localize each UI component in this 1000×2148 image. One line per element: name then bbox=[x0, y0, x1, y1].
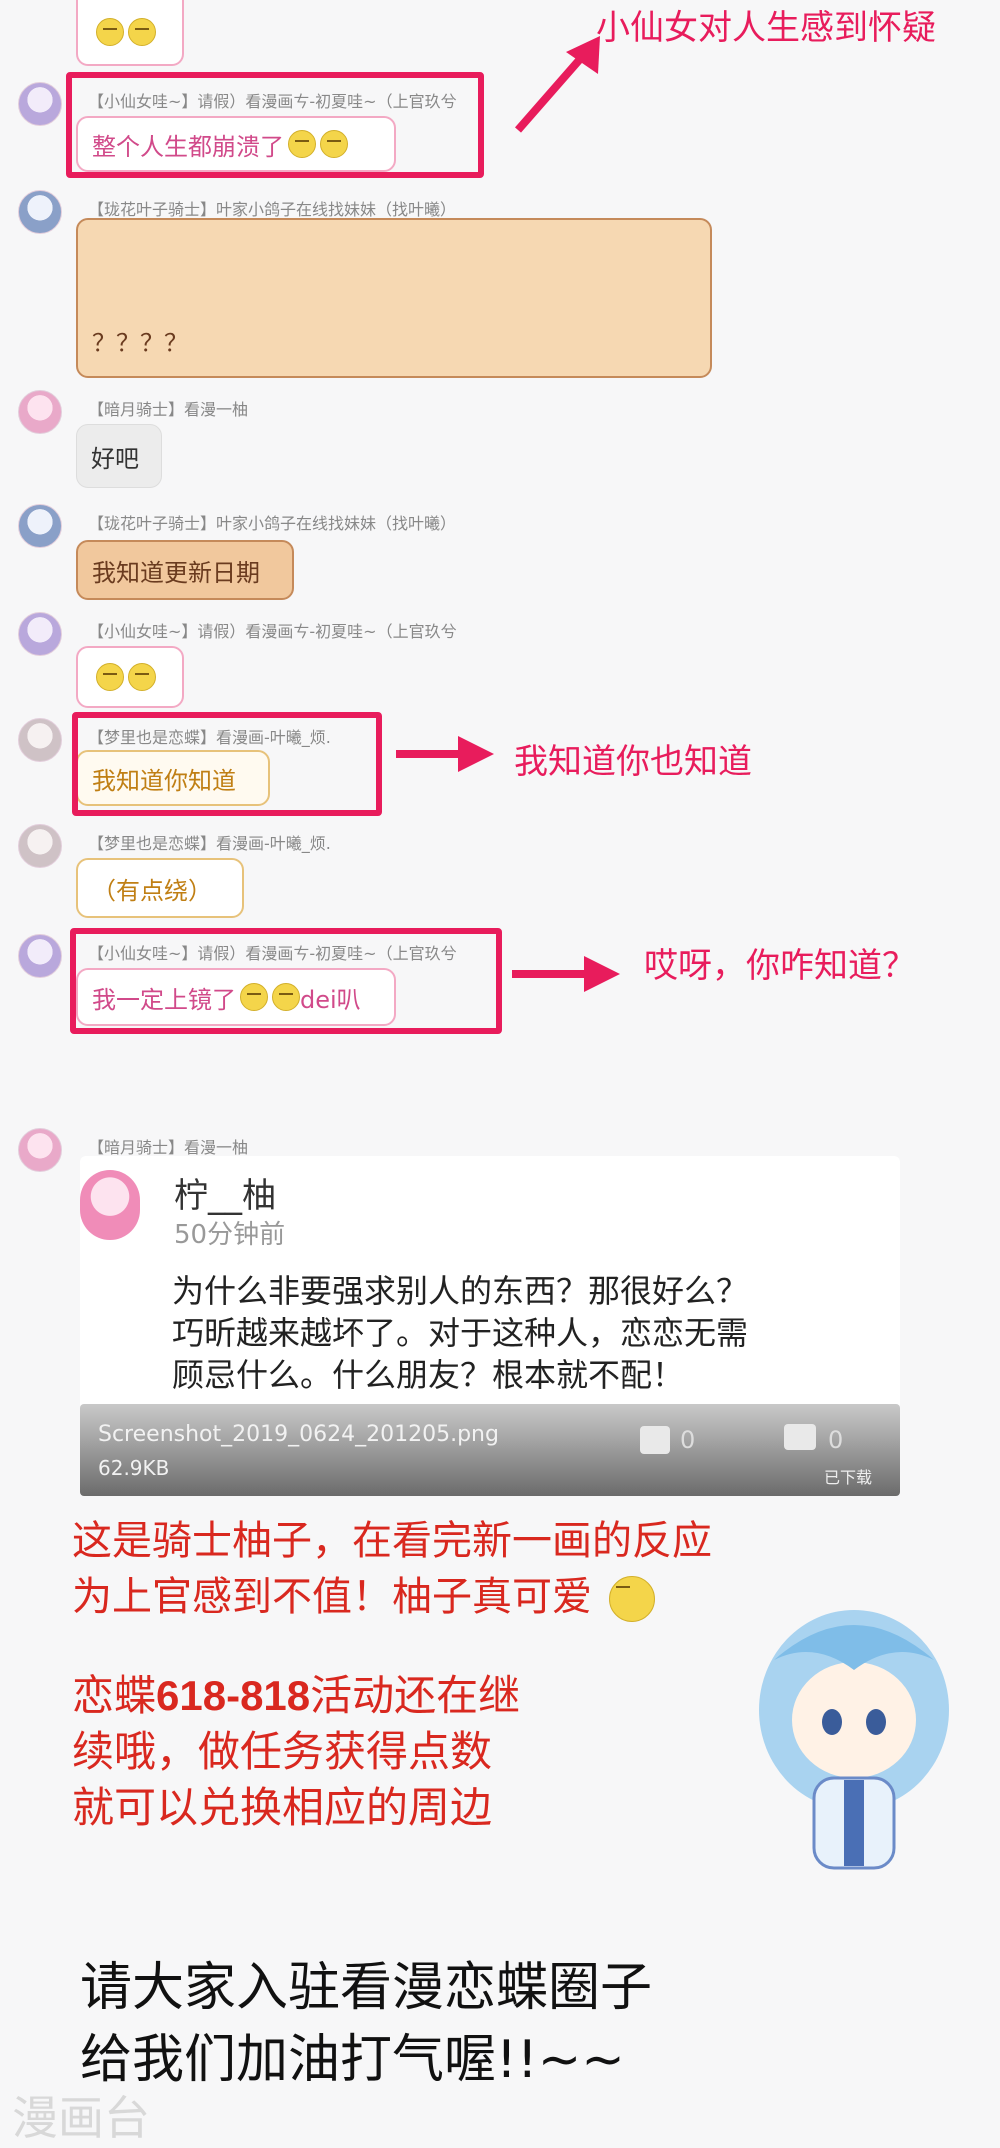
post-author: 柠__柚 bbox=[174, 1176, 276, 1216]
emoji-icon bbox=[128, 663, 156, 691]
message-bubble[interactable]: 好吧 bbox=[76, 424, 162, 488]
post-body-line: 巧昕越来越坏了。对于这种人，恋恋无需 bbox=[172, 1314, 749, 1352]
promo-text: 活动还在继 bbox=[310, 1671, 521, 1720]
emoji-icon bbox=[96, 663, 124, 691]
avatar[interactable] bbox=[18, 612, 62, 656]
promo-line: 恋蝶618-818活动还在继 bbox=[72, 1668, 520, 1724]
avatar[interactable] bbox=[18, 1128, 62, 1172]
sender-name: 【暗月骑士】看漫一柚 bbox=[88, 1138, 249, 1157]
sender-name: 【小仙女哇~】请假）看漫画ㄘ-初夏哇~（上官玖兮 bbox=[88, 622, 457, 641]
downloaded-label: 已下载 bbox=[824, 1468, 873, 1487]
avatar[interactable] bbox=[18, 718, 62, 762]
attachment-file-size: 62.9KB bbox=[98, 1456, 170, 1480]
promo-line: 为上官感到不值！柚子真可爱 bbox=[72, 1570, 655, 1624]
message-text: 好吧 bbox=[91, 444, 139, 473]
chibi-character-illustration bbox=[759, 1610, 949, 1870]
post-body-line: 顾忌什么。什么朋友？根本就不配！ bbox=[172, 1356, 685, 1394]
post-avatar bbox=[80, 1170, 140, 1240]
annotation-text: 我知道你也知道 bbox=[514, 742, 752, 782]
promo-line: 就可以兑换相应的周边 bbox=[72, 1783, 493, 1832]
annotation-text: 哎呀，你咋知道？ bbox=[644, 946, 916, 986]
shared-post-card[interactable]: 柠__柚 50分钟前 为什么非要强求别人的东西？那很好么？ 巧昕越来越坏了。对于… bbox=[80, 1156, 900, 1496]
highlight-box bbox=[70, 928, 502, 1034]
like-count: 0 bbox=[680, 1426, 696, 1454]
thumbs-up-icon[interactable] bbox=[640, 1426, 670, 1454]
avatar[interactable] bbox=[18, 190, 62, 234]
sender-name: 【珑花叶子骑士】叶家小鸽子在线找妹妹（找叶曦） bbox=[88, 514, 457, 533]
promo-dates: 618-818 bbox=[156, 1672, 311, 1719]
post-body-line: 为什么非要强求别人的东西？那很好么？ bbox=[172, 1272, 749, 1310]
annotation-text: 小仙女对人生感到怀疑 bbox=[596, 8, 936, 48]
message-bubble[interactable]: 我知道更新日期 bbox=[76, 540, 294, 600]
message-text: 我知道更新日期 bbox=[92, 558, 260, 587]
footer-line: 给我们加油打气喔!!~~ bbox=[80, 2030, 625, 2090]
sender-name: 【珑花叶子骑士】叶家小鸽子在线找妹妹（找叶曦） bbox=[88, 200, 457, 219]
avatar[interactable] bbox=[18, 390, 62, 434]
message-text: （有点绕） bbox=[92, 876, 212, 905]
comment-icon[interactable] bbox=[784, 1424, 816, 1450]
promo-text: 恋蝶 bbox=[72, 1671, 157, 1720]
avatar[interactable] bbox=[18, 82, 62, 126]
arrow-icon bbox=[512, 956, 620, 992]
watermark-logo: 漫画台 bbox=[12, 2091, 150, 2145]
message-text: ？？？？ bbox=[92, 329, 188, 357]
footer-line: 请大家入驻看漫恋蝶圈子 bbox=[80, 1958, 653, 2018]
promo-line: 续哦，做任务获得点数 bbox=[72, 1727, 493, 1776]
cropped-bubble bbox=[76, 0, 184, 66]
arrow-icon bbox=[514, 36, 600, 133]
emoji-icon bbox=[96, 18, 124, 46]
message-bubble[interactable]: ？？？？ bbox=[76, 218, 712, 378]
promo-block: 恋蝶618-818活动还在继 续哦，做任务获得点数 就可以兑换相应的周边 bbox=[72, 1668, 520, 1836]
highlight-box bbox=[72, 712, 382, 816]
promo-line-text: 为上官感到不值！柚子真可爱 bbox=[72, 1574, 592, 1620]
promo-line: 这是骑士柚子，在看完新一画的反应 bbox=[72, 1518, 712, 1564]
emoji-icon bbox=[128, 18, 156, 46]
sender-name: 【梦里也是恋蝶】看漫画-叶曦_烦. bbox=[88, 834, 331, 853]
message-bubble[interactable] bbox=[76, 646, 184, 708]
attachment-file-name: Screenshot_2019_0624_201205.png bbox=[98, 1422, 499, 1447]
avatar[interactable] bbox=[18, 824, 62, 868]
avatar[interactable] bbox=[18, 934, 62, 978]
sender-name: 【暗月骑士】看漫一柚 bbox=[88, 400, 249, 419]
smile-emoji-icon bbox=[608, 1576, 655, 1622]
highlight-box bbox=[66, 72, 484, 178]
attachment-bar[interactable]: Screenshot_2019_0624_201205.png 62.9KB 0… bbox=[80, 1404, 900, 1496]
post-time: 50分钟前 bbox=[174, 1220, 286, 1250]
message-bubble[interactable]: （有点绕） bbox=[76, 858, 244, 918]
comment-count: 0 bbox=[828, 1426, 844, 1454]
arrow-icon bbox=[396, 736, 494, 772]
avatar[interactable] bbox=[18, 504, 62, 548]
